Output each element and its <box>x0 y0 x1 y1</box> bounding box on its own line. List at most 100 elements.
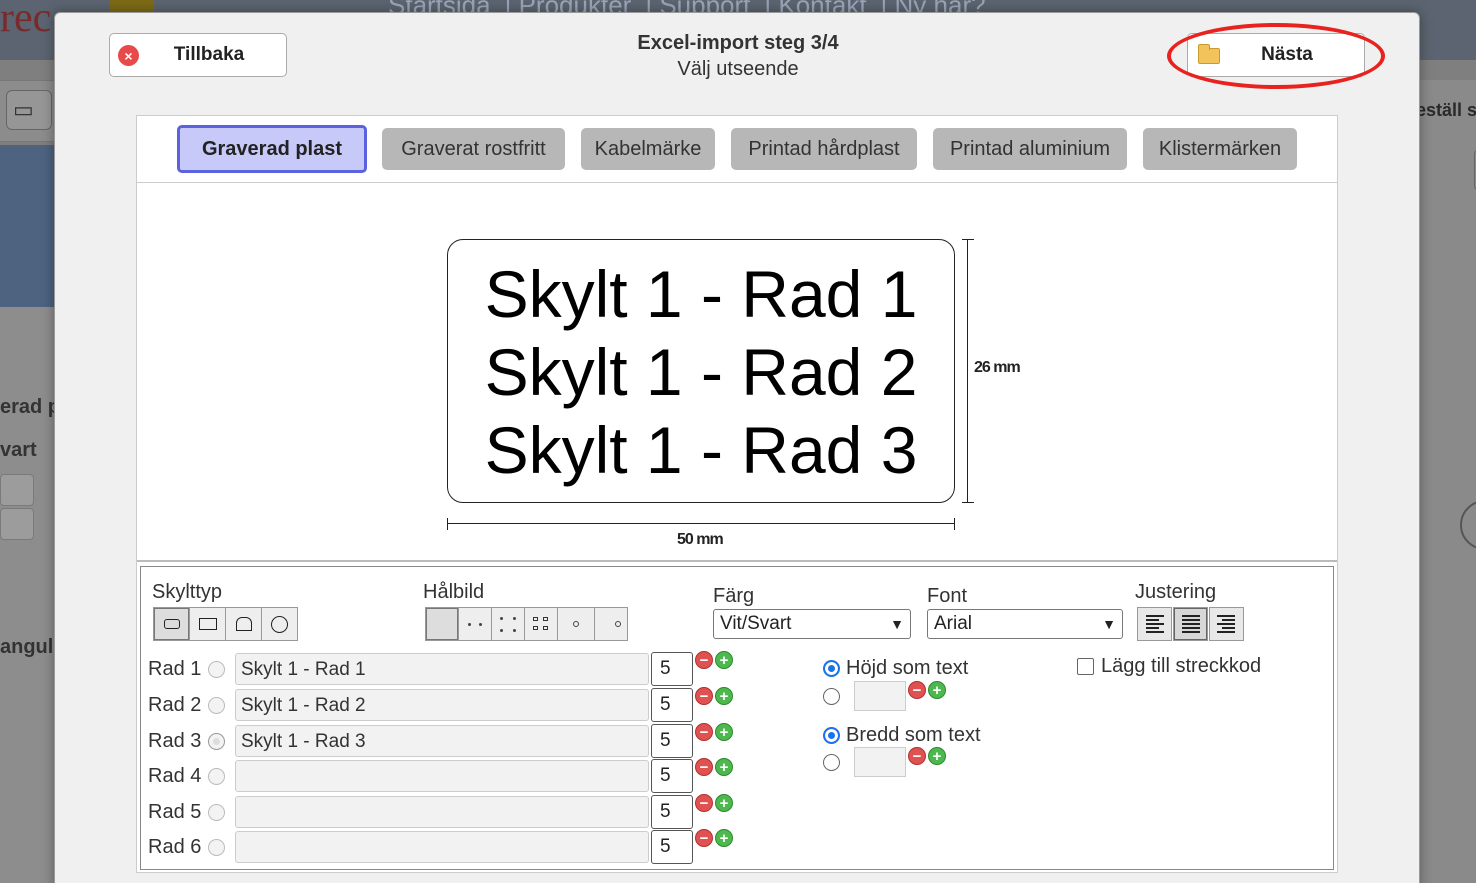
row-label: Rad 1 <box>148 657 202 680</box>
text-row: Rad 6 5 − + <box>148 829 735 864</box>
holes-square-button[interactable] <box>524 607 558 641</box>
row-size-input[interactable]: 5 <box>651 652 693 686</box>
height-increase-icon[interactable]: + <box>928 681 946 699</box>
hole-pattern-options <box>425 607 628 641</box>
height-as-text-label: Höjd som text <box>846 657 969 679</box>
height-custom-option: − + <box>823 681 948 711</box>
barcode-label: Lägg till streckkod <box>1101 655 1262 677</box>
tab-printad-aluminium[interactable]: Printad aluminium <box>933 128 1127 170</box>
width-custom-input[interactable] <box>854 747 906 777</box>
holes-center-button[interactable] <box>557 607 595 641</box>
row-select-radio[interactable] <box>208 732 225 750</box>
align-center-button[interactable] <box>1173 607 1208 641</box>
barcode-checkbox[interactable] <box>1077 658 1094 675</box>
next-button[interactable]: Nästa <box>1187 33 1365 77</box>
add-row-icon[interactable]: + <box>715 794 733 812</box>
holes-none-button[interactable] <box>425 607 459 641</box>
bg-left-label: erad p <box>0 396 61 418</box>
row-size-input[interactable]: 5 <box>651 724 693 758</box>
single-hole-icon <box>573 621 579 627</box>
row-label: Rad 4 <box>148 764 202 787</box>
remove-row-icon[interactable]: − <box>695 687 713 705</box>
bg-logo: rec <box>0 0 52 41</box>
row-select-radio[interactable] <box>208 696 225 714</box>
height-custom-input[interactable] <box>854 681 906 711</box>
row-select-radio[interactable] <box>208 838 225 856</box>
holes-right-button[interactable] <box>594 607 628 641</box>
width-decrease-icon[interactable]: − <box>908 747 926 765</box>
row-text-input[interactable]: Skylt 1 - Rad 2 <box>235 689 649 721</box>
row-label: Rad 3 <box>148 729 202 752</box>
tab-graverat-rostfritt[interactable]: Graverat rostfritt <box>382 128 565 170</box>
tab-graverad-plast[interactable]: Graverad plast <box>177 125 367 173</box>
shape-rect-button[interactable] <box>189 607 226 641</box>
font-select-value: Arial <box>934 613 973 634</box>
settings-panel: Skylttyp Hålbild Färg Vit/Svart ▼ Font A… <box>140 566 1334 870</box>
height-decrease-icon[interactable]: − <box>908 681 926 699</box>
remove-row-icon[interactable]: − <box>695 794 713 812</box>
circle-icon <box>271 615 288 633</box>
holes-two-button[interactable] <box>458 607 492 641</box>
row-size-input[interactable]: 5 <box>651 830 693 864</box>
tab-klistermarken[interactable]: Klistermärken <box>1143 128 1297 170</box>
text-row: Rad 5 5 − + <box>148 794 735 829</box>
row-select-radio[interactable] <box>208 803 225 821</box>
color-select-value: Vit/Svart <box>720 613 792 634</box>
height-dimension-label: 26 mm <box>974 359 1021 376</box>
bg-folder-icon: ▭ <box>6 90 52 130</box>
row-text-input[interactable] <box>235 796 649 828</box>
dialog-subtitle: Välj utseende <box>677 58 799 80</box>
shape-rounded-rect-button[interactable] <box>153 607 190 641</box>
row-size-input[interactable]: 5 <box>651 759 693 793</box>
text-row: Rad 4 5 − + <box>148 758 735 793</box>
width-as-text-option[interactable]: Bredd som text <box>823 724 981 747</box>
row-text-input[interactable]: Skylt 1 - Rad 3 <box>235 725 649 757</box>
shape-arch-button[interactable] <box>225 607 262 641</box>
text-row: Rad 2 Skylt 1 - Rad 2 5 − + <box>148 687 735 722</box>
height-custom-radio[interactable] <box>823 687 840 705</box>
row-text-input[interactable] <box>235 831 649 863</box>
height-as-text-radio[interactable] <box>823 660 840 677</box>
row-select-radio[interactable] <box>208 660 225 678</box>
add-row-icon[interactable]: + <box>715 758 733 776</box>
back-button[interactable]: × Tillbaka <box>109 33 287 77</box>
row-text-input[interactable] <box>235 760 649 792</box>
row-text-input[interactable]: Skylt 1 - Rad 1 <box>235 653 649 685</box>
bg-left-label: vart <box>0 439 37 461</box>
hole-pattern-label: Hålbild <box>423 581 485 603</box>
four-holes-icon <box>495 613 521 635</box>
arch-icon <box>235 617 252 631</box>
holes-four-button[interactable] <box>491 607 525 641</box>
width-dimension-label: 50 mm <box>677 531 724 548</box>
add-row-icon[interactable]: + <box>715 687 733 705</box>
remove-row-icon[interactable]: − <box>695 758 713 776</box>
text-row: Rad 1 Skylt 1 - Rad 1 5 − + <box>148 651 735 686</box>
row-select-radio[interactable] <box>208 767 225 785</box>
two-holes-icon <box>462 613 488 635</box>
width-increase-icon[interactable]: + <box>928 747 946 765</box>
align-left-button[interactable] <box>1137 607 1172 641</box>
row-size-input[interactable]: 5 <box>651 795 693 829</box>
remove-row-icon[interactable]: − <box>695 829 713 847</box>
font-select[interactable]: Arial ▼ <box>927 609 1123 639</box>
align-right-button[interactable] <box>1209 607 1244 641</box>
row-size-input[interactable]: 5 <box>651 688 693 722</box>
remove-row-icon[interactable]: − <box>695 651 713 669</box>
tab-kabelmarke[interactable]: Kabelmärke <box>581 128 715 170</box>
back-button-label: Tillbaka <box>173 44 245 65</box>
add-row-icon[interactable]: + <box>715 723 733 741</box>
material-tabs: Graverad plast Graverat rostfritt Kabelm… <box>137 116 1337 182</box>
remove-row-icon[interactable]: − <box>695 723 713 741</box>
tab-printad-hardplast[interactable]: Printad hårdplast <box>731 128 917 170</box>
right-hole-icon <box>615 621 621 627</box>
bg-right-label: eställ s <box>1416 100 1476 120</box>
barcode-option[interactable]: Lägg till streckkod <box>1077 655 1261 678</box>
width-custom-radio[interactable] <box>823 753 840 771</box>
height-as-text-option[interactable]: Höjd som text <box>823 657 968 680</box>
add-row-icon[interactable]: + <box>715 829 733 847</box>
color-select[interactable]: Vit/Svart ▼ <box>713 609 911 639</box>
shape-circle-button[interactable] <box>261 607 298 641</box>
sign-type-label: Skylttyp <box>152 581 223 603</box>
add-row-icon[interactable]: + <box>715 651 733 669</box>
width-as-text-radio[interactable] <box>823 727 840 744</box>
